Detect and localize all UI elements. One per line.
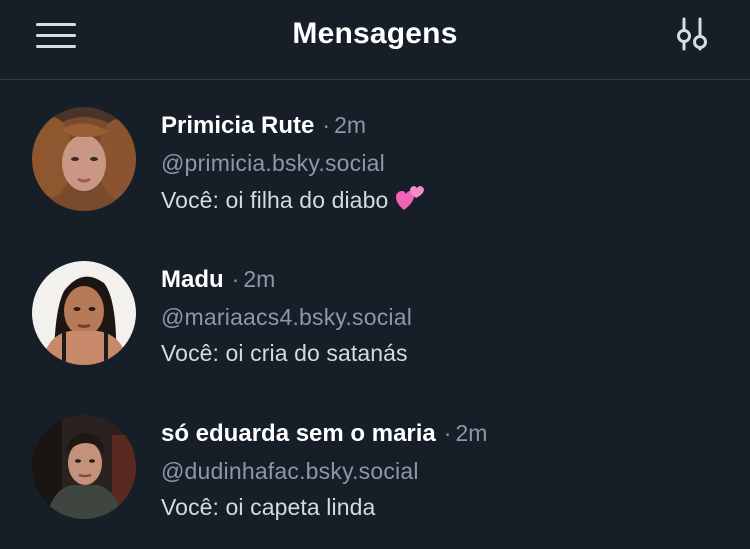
contact-handle: @mariaacs4.bsky.social xyxy=(161,304,413,330)
timestamp: 2m xyxy=(243,266,276,292)
conversation-item[interactable]: Madu · 2m @mariaacs4.bsky.social Você: oi … xyxy=(0,237,750,387)
conversation-item[interactable]: só eduarda sem o maria · 2m @dudinhafac.bs… xyxy=(0,391,750,541)
conversation-item[interactable]: Primicia Rute · 2m @primicia.bsky.social V… xyxy=(0,83,750,233)
contact-name: Madu xyxy=(161,266,224,293)
contact-name: só eduarda sem o maria xyxy=(161,420,436,447)
message-preview: Você: oi capeta linda xyxy=(161,494,376,520)
sliders-icon[interactable] xyxy=(672,16,712,56)
separator-dot: · xyxy=(322,112,331,138)
conversation-header: só eduarda sem o maria · 2m xyxy=(161,420,487,448)
message-preview-row: Você: oi filha do diabo xyxy=(161,186,425,218)
contact-handle: @dudinhafac.bsky.social xyxy=(161,458,419,484)
message-preview: Você: oi filha do diabo xyxy=(161,187,389,213)
avatar[interactable] xyxy=(32,415,136,519)
avatar[interactable] xyxy=(32,107,136,211)
two-hearts-icon xyxy=(396,186,425,218)
timestamp: 2m xyxy=(334,112,367,138)
avatar[interactable] xyxy=(32,261,136,365)
separator-dot: · xyxy=(443,420,452,446)
top-bar: Mensagens xyxy=(0,0,750,80)
contact-handle: @primicia.bsky.social xyxy=(161,150,385,176)
conversation-header: Madu · 2m xyxy=(161,266,275,294)
timestamp: 2m xyxy=(455,420,488,446)
conversation-header: Primicia Rute · 2m xyxy=(161,112,366,140)
contact-name: Primicia Rute xyxy=(161,112,315,139)
page-title: Mensagens xyxy=(292,17,458,50)
message-preview: Você: oi cria do satanás xyxy=(161,340,408,366)
separator-dot: · xyxy=(231,266,240,292)
